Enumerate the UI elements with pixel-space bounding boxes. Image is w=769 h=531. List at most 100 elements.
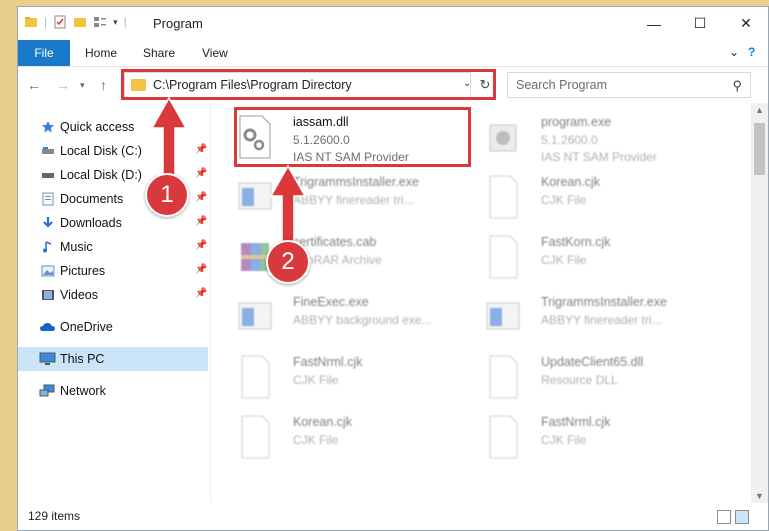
search-box[interactable]: Search Program ⚲ [507, 72, 751, 98]
window-title: Program [153, 16, 203, 31]
sidebar-item-local-disk-c[interactable]: Local Disk (C:) 📌 [18, 139, 208, 163]
back-button[interactable]: ← [27, 77, 41, 93]
status-bar: 129 items [18, 504, 768, 530]
forward-button[interactable]: → [56, 77, 70, 93]
tab-share[interactable]: Share [143, 46, 175, 60]
help-icon[interactable]: ? [748, 45, 755, 59]
tab-file[interactable]: File [18, 40, 70, 66]
minimize-button[interactable]: — [631, 7, 677, 40]
sidebar-item-network[interactable]: Network [18, 379, 208, 403]
file-name: FastNrml.cjk [293, 355, 363, 369]
step-1-badge: 1 [145, 173, 189, 217]
quick-access-toolbar: | ▾ | [24, 15, 127, 29]
sidebar-item-videos[interactable]: Videos 📌 [18, 283, 208, 307]
pin-icon: 📌 [195, 144, 208, 155]
cloud-icon [40, 323, 55, 331]
close-button[interactable]: ✕ [723, 7, 768, 40]
file-name: Korean.cjk [541, 175, 601, 189]
vertical-scrollbar[interactable]: ▲ ▼ [751, 103, 768, 503]
file-name: certificates.cab [293, 235, 377, 249]
pictures-icon [41, 265, 55, 277]
sidebar-item-downloads[interactable]: Downloads 📌 [18, 211, 208, 235]
large-icons-view-icon[interactable] [735, 510, 749, 524]
navigation-pane: Quick access Local Disk (C:) 📌 Local Dis… [18, 103, 210, 503]
pin-icon: 📌 [195, 240, 208, 251]
search-icon: ⚲ [732, 78, 742, 93]
properties-icon[interactable] [53, 15, 67, 29]
file-description: IAS NT SAM Provider [541, 150, 657, 164]
drive-icon [42, 147, 54, 154]
file-name: program.exe [541, 115, 612, 129]
file-item[interactable]: TrigrammsInstaller.exe ABBYY finereader … [466, 289, 711, 349]
file-item[interactable]: FastNrml.cjk CJK File [466, 409, 711, 469]
blank-file-icon [241, 415, 270, 459]
qat-dropdown-icon[interactable]: ▾ [113, 17, 118, 28]
blank-file-icon [241, 355, 270, 399]
file-item[interactable]: certificates.cab WinRAR Archive [218, 229, 463, 289]
file-item[interactable]: UpdateClient65.dll Resource DLL [466, 349, 711, 409]
pin-icon: 📌 [195, 168, 208, 179]
sidebar-item-quick-access[interactable]: Quick access [18, 115, 208, 139]
sidebar-item-label: OneDrive [60, 320, 113, 334]
sidebar-item-label: Music [60, 240, 93, 254]
sidebar-item-this-pc[interactable]: This PC [18, 347, 208, 371]
file-type: CJK File [293, 433, 339, 447]
sidebar-item-label: Downloads [60, 216, 122, 230]
file-highlight [234, 107, 471, 167]
sidebar-item-pictures[interactable]: Pictures 📌 [18, 259, 208, 283]
scroll-thumb[interactable] [754, 123, 765, 175]
scroll-down-icon[interactable]: ▼ [755, 491, 764, 501]
file-item-program-exe[interactable]: program.exe 5.1.2600.0 IAS NT SAM Provid… [466, 109, 711, 169]
file-item[interactable]: FastNrml.cjk CJK File [218, 349, 463, 409]
file-item[interactable]: TrigrammsInstaller.exe ABBYY finereader … [218, 169, 463, 229]
explorer-window: | ▾ | Program — ☐ ✕ File Home Share View… [17, 6, 769, 531]
new-folder-icon[interactable] [73, 15, 87, 29]
file-name: UpdateClient65.dll [541, 355, 644, 369]
maximize-button[interactable]: ☐ [677, 7, 723, 40]
drive-icon [42, 173, 54, 178]
sidebar-item-label: Pictures [60, 264, 106, 278]
tab-home[interactable]: Home [85, 46, 117, 60]
sidebar-item-label: This PC [60, 352, 105, 366]
pin-icon: 📌 [195, 216, 208, 227]
star-icon [42, 121, 54, 133]
blank-file-icon [489, 175, 518, 219]
up-button[interactable]: ↑ [100, 77, 107, 93]
tab-view[interactable]: View [202, 46, 228, 60]
scroll-up-icon[interactable]: ▲ [755, 105, 764, 115]
item-count: 129 items [28, 509, 81, 523]
address-highlight [121, 69, 496, 100]
file-item[interactable]: FineExec.exe ABBYY background exe... [218, 289, 463, 349]
file-type: ABBYY finereader tri... [293, 193, 414, 207]
file-type: CJK File [541, 253, 587, 267]
app-window-icon [238, 182, 272, 210]
computer-icon [39, 352, 56, 365]
ribbon-expand-icon[interactable]: ⌄ [729, 45, 739, 59]
view-options-icon[interactable] [93, 15, 107, 29]
sidebar-item-music[interactable]: Music 📌 [18, 235, 208, 259]
details-view-icon[interactable] [717, 510, 731, 524]
file-type: Resource DLL [541, 373, 618, 387]
blank-file-icon [489, 355, 518, 399]
file-item[interactable]: FastKorn.cjk CJK File [466, 229, 711, 289]
recent-locations-icon[interactable]: ▾ [80, 80, 85, 91]
sidebar-item-onedrive[interactable]: OneDrive [18, 315, 208, 339]
sidebar-item-label: Local Disk (C:) [60, 144, 142, 158]
ribbon-tabs: File Home Share View ⌄ ? [18, 40, 768, 67]
blank-file-icon [489, 415, 518, 459]
pin-icon: 📌 [195, 288, 208, 299]
title-bar: | ▾ | Program — ☐ ✕ [18, 7, 768, 40]
file-item[interactable]: Korean.cjk CJK File [466, 169, 711, 229]
download-icon [43, 217, 53, 228]
step-2-badge: 2 [266, 240, 310, 284]
file-name: TrigrammsInstaller.exe [541, 295, 667, 309]
file-type: CJK File [293, 373, 339, 387]
file-type: ABBYY background exe... [293, 313, 432, 327]
file-name: FastKorn.cjk [541, 235, 611, 249]
sidebar-item-label: Documents [60, 192, 124, 206]
sidebar-item-label: Network [60, 384, 106, 398]
refresh-button[interactable]: ↻ [476, 75, 494, 95]
folder-icon [25, 17, 37, 27]
file-item[interactable]: Korean.cjk CJK File [218, 409, 463, 469]
file-name: TrigrammsInstaller.exe [293, 175, 419, 189]
